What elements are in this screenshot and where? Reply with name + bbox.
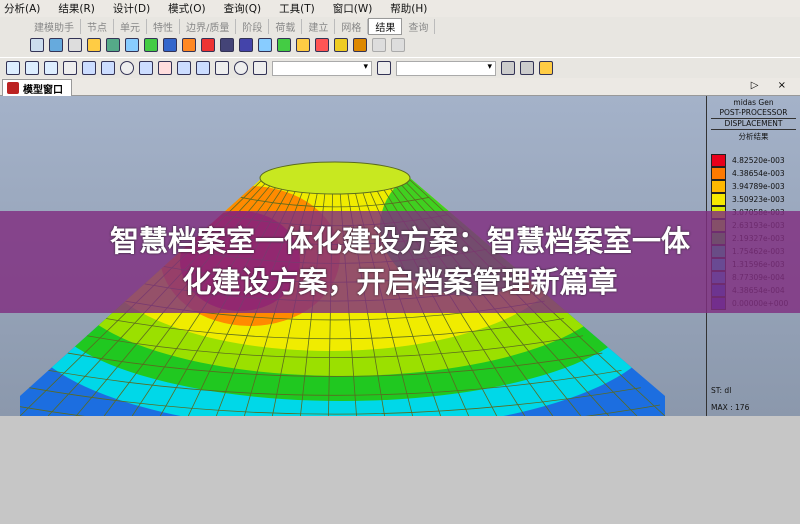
legend-row: 4.38654e-003 [711,167,785,180]
pointer-icon[interactable] [63,61,77,75]
solid-force-icon[interactable] [258,38,272,52]
midas-icon [7,82,19,94]
legend-max: MAX : 176 [711,403,750,412]
hand-icon[interactable] [215,61,229,75]
legend-row: 3.94789e-003 [711,180,785,193]
property-select-icon[interactable] [120,61,134,75]
ribbon-tab-mesh[interactable]: 网格 [335,19,369,34]
legend-swatch [711,193,726,206]
wave-icon[interactable] [372,38,386,52]
ribbon-tab-modeling[interactable]: 建模助手 [28,19,81,34]
menu-window[interactable]: 窗口(W) [333,1,373,16]
polygon-select-icon[interactable] [44,61,58,75]
frame-icon[interactable] [87,38,101,52]
legend-value: 4.82520e-003 [732,156,785,165]
dropdown-arrow-icon: ▾ [363,61,368,72]
select-icon[interactable] [6,61,20,75]
solid-strain-icon[interactable] [296,38,310,52]
bracket-icon[interactable] [220,38,234,52]
legend-postprocessor: POST-PROCESSOR [719,108,788,117]
mode-shape-icon[interactable] [106,38,120,52]
lock-open-icon[interactable] [520,61,534,75]
stress-icon[interactable] [144,38,158,52]
activate-icon[interactable] [177,61,191,75]
pen-icon[interactable] [158,61,172,75]
view-toolbar: ▾ ▾ [0,57,800,78]
solid-stress-icon[interactable] [277,38,291,52]
ribbon-tab-property[interactable]: 特性 [147,19,180,34]
force-diagram-icon[interactable] [125,38,139,52]
legend-program: midas Gen [733,98,774,107]
node-axis-icon[interactable] [377,61,391,75]
beam-force-icon[interactable] [68,38,82,52]
banner-line-2: 化建设方案，开启档案管理新篇章 [182,265,618,299]
legend-swatch [711,180,726,193]
document-tab-bar: 模型窗口 ▷ × [0,78,800,96]
menu-tools[interactable]: 工具(T) [279,1,315,16]
banner-line-1: 智慧档案室一体化建设方案：智慧档案室一体 [109,224,690,258]
legend-step: ST: dl [711,386,732,395]
menu-help[interactable]: 帮助(H) [390,1,427,16]
select-combo[interactable]: ▾ [272,60,372,76]
ribbon-tab-query[interactable]: 查询 [402,19,436,34]
legend-swatch [711,154,726,167]
legend-swatch [711,167,726,180]
cube-icon[interactable] [353,38,367,52]
axis-icon[interactable] [253,61,267,75]
ribbon-tab-load[interactable]: 荷载 [269,19,303,34]
legend-value: 4.38654e-003 [732,169,785,178]
legend-row: 4.82520e-003 [711,154,785,167]
menu-mode[interactable]: 模式(O) [168,1,205,16]
legend-row: 3.50923e-003 [711,193,785,206]
plane-select-icon[interactable] [82,61,96,75]
tab-label: 模型窗口 [23,84,63,96]
moment-icon[interactable] [163,38,177,52]
ribbon-tab-results[interactable]: 结果 [368,18,403,35]
window-controls[interactable]: ▷ × [751,80,794,91]
pin-icon[interactable] [391,38,405,52]
ribbon-tab-build[interactable]: 建立 [302,19,336,34]
tab-model-window[interactable]: 模型窗口 [2,79,72,96]
plate-stress-icon[interactable] [201,38,215,52]
graph-icon[interactable] [315,38,329,52]
menu-analysis[interactable]: 分析(A) [4,1,40,16]
ribbon: 建模助手 节点 单元 特性 边界/质量 阶段 荷载 建立 网格 结果 查询 [0,17,800,57]
legend-result-type: DISPLACEMENT [724,119,783,128]
dome-top-ring [259,161,411,195]
deactivate-icon[interactable] [196,61,210,75]
menu-results[interactable]: 结果(R) [58,1,95,16]
active-all-icon[interactable] [234,61,248,75]
lock-icon[interactable] [539,61,553,75]
title-banner: 智慧档案室一体化建设方案：智慧档案室一体 化建设方案，开启档案管理新篇章 [0,211,800,313]
window-select-icon[interactable] [25,61,39,75]
contour-icon[interactable] [182,38,196,52]
unlock-icon[interactable] [501,61,515,75]
legend-value: 3.94789e-003 [732,182,785,191]
deformation-icon[interactable] [49,38,63,52]
edit-view-icon[interactable] [139,61,153,75]
dropdown-arrow-icon: ▾ [487,61,492,72]
legend-subtitle: 分析结果 [738,132,769,141]
bottom-area [0,416,800,524]
truss-icon[interactable] [239,38,253,52]
ribbon-tab-node[interactable]: 节点 [81,19,114,34]
view-combo[interactable]: ▾ [396,60,496,76]
ribbon-tab-boundary[interactable]: 边界/质量 [180,19,237,34]
legend-value: 3.50923e-003 [732,195,785,204]
reaction-icon[interactable] [30,38,44,52]
volume-select-icon[interactable] [101,61,115,75]
ribbon-tab-stage[interactable]: 阶段 [236,19,270,34]
menu-bar: 分析(A) 结果(R) 设计(D) 模式(O) 查询(Q) 工具(T) 窗口(W… [0,0,800,17]
menu-query[interactable]: 查询(Q) [224,1,261,16]
spring-icon[interactable] [334,38,348,52]
ribbon-tab-element[interactable]: 单元 [114,19,147,34]
menu-design[interactable]: 设计(D) [113,1,150,16]
